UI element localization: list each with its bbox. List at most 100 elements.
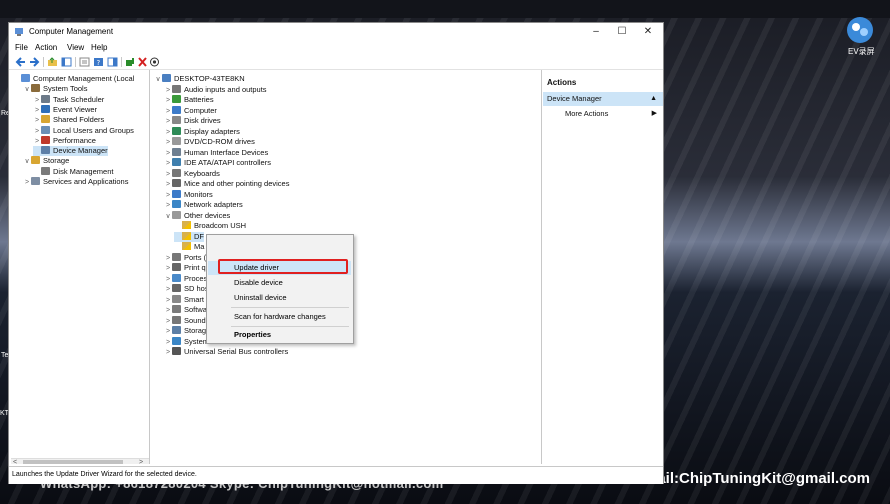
console-icon[interactable] <box>107 57 118 67</box>
ev-recorder-icon[interactable] <box>844 14 876 46</box>
tree-item-label: Batteries <box>184 95 214 104</box>
scan-hardware-menu-item[interactable]: Scan for hardware changes <box>208 310 351 324</box>
scroll-left-icon[interactable]: < <box>13 459 17 464</box>
toolbar-separator <box>75 57 76 67</box>
back-icon[interactable] <box>15 57 26 67</box>
collapsed-chevron-icon[interactable]: > <box>164 306 172 316</box>
minimize-button[interactable]: – <box>585 25 607 39</box>
tree-item[interactable]: Device Manager <box>33 146 108 157</box>
tree-item-label: Computer Management (Local <box>33 74 135 83</box>
collapsed-chevron-icon[interactable]: > <box>164 86 172 96</box>
menu-view[interactable]: View <box>67 43 84 52</box>
tree-item[interactable]: > Mice and other pointing devices <box>164 179 289 189</box>
title-bar[interactable]: Computer Management – ☐ ✕ <box>9 23 663 41</box>
tree-item[interactable]: > Proces <box>164 273 207 285</box>
expanded-chevron-icon[interactable]: ∨ <box>154 75 162 85</box>
tree-item[interactable]: ∨ DESKTOP-43TE8KN <box>154 74 245 84</box>
tree-item[interactable]: > Print q <box>164 263 206 273</box>
tree-item[interactable]: > Softwa <box>164 305 207 315</box>
enable-device-icon[interactable] <box>149 57 160 67</box>
scroll-right-icon[interactable]: > <box>139 459 143 464</box>
collapsed-chevron-icon[interactable]: > <box>164 159 172 169</box>
disable-device-menu-item[interactable]: Disable device <box>208 276 351 290</box>
collapsed-chevron-icon[interactable]: > <box>164 117 172 127</box>
expanded-chevron-icon[interactable]: ∨ <box>23 85 31 95</box>
tree-item[interactable]: > Services and Applications <box>23 177 128 187</box>
collapsed-chevron-icon[interactable]: > <box>164 264 172 274</box>
expanded-chevron-icon[interactable]: ∨ <box>164 212 172 222</box>
tree-item[interactable]: > Local Users and Groups <box>33 125 134 136</box>
collapsed-chevron-icon[interactable]: > <box>164 296 172 306</box>
tree-item[interactable]: DF <box>174 231 204 242</box>
collapsed-chevron-icon[interactable]: > <box>164 128 172 138</box>
tree-item[interactable]: Disk Management <box>33 166 113 177</box>
collapsed-chevron-icon[interactable]: > <box>164 107 172 117</box>
collapsed-chevron-icon[interactable]: > <box>164 317 172 327</box>
properties-menu-item[interactable]: Properties <box>208 328 351 342</box>
tree-item[interactable]: > DVD/CD-ROM drives <box>164 137 255 147</box>
uninstall-icon[interactable] <box>137 57 148 67</box>
tree-item[interactable]: > Display adapters <box>164 126 240 138</box>
battery-icon <box>172 95 181 103</box>
tree-item[interactable]: > Task Scheduler <box>33 94 104 105</box>
menu-help[interactable]: Help <box>91 43 107 52</box>
tree-item[interactable]: Computer Management (Local <box>13 74 134 84</box>
menu-file[interactable]: File <box>15 43 28 52</box>
uninstall-device-menu-item[interactable]: Uninstall device <box>208 291 351 305</box>
tree-item[interactable]: > Monitors <box>164 189 213 201</box>
tree-item[interactable]: > Batteries <box>164 95 214 105</box>
update-driver-icon[interactable] <box>125 57 136 67</box>
collapsed-chevron-icon[interactable]: > <box>164 254 172 264</box>
tree-item[interactable]: ∨ Storage <box>23 156 69 166</box>
tree-item[interactable]: > Disk drives <box>164 116 221 126</box>
forward-icon[interactable] <box>29 57 40 67</box>
collapsed-chevron-icon[interactable]: > <box>23 178 31 188</box>
tree-item[interactable]: > Ports ( <box>164 252 206 264</box>
warning-device-icon <box>182 231 191 240</box>
tree-item[interactable]: > Network adapters <box>164 200 243 210</box>
maximize-button[interactable]: ☐ <box>611 25 633 39</box>
collapsed-chevron-icon[interactable]: > <box>164 201 172 211</box>
collapsed-chevron-icon[interactable]: > <box>164 96 172 106</box>
collapsed-chevron-icon[interactable]: > <box>164 149 172 159</box>
tree-item[interactable]: > IDE ATA/ATAPI controllers <box>164 158 271 168</box>
menu-action[interactable]: Action <box>35 43 57 52</box>
tree-item[interactable]: > Universal Serial Bus controllers <box>164 347 288 357</box>
expanded-chevron-icon[interactable]: ∨ <box>23 157 31 167</box>
tree-item[interactable]: > SD hos <box>164 284 209 294</box>
tree-item[interactable]: ∨ System Tools <box>23 84 87 94</box>
close-button[interactable]: ✕ <box>637 25 659 39</box>
collapsed-chevron-icon[interactable]: > <box>164 180 172 190</box>
tree-item[interactable]: > Performance <box>33 135 96 146</box>
tree-item[interactable]: > Computer <box>164 105 217 117</box>
more-actions-item[interactable]: More Actions ▶ <box>543 108 663 120</box>
tree-item[interactable]: > Human Interface Devices <box>164 147 268 159</box>
tree-item[interactable]: > Keyboards <box>164 168 220 180</box>
help-icon[interactable]: ? <box>93 57 104 67</box>
up-folder-icon[interactable] <box>47 57 58 67</box>
show-hide-tree-icon[interactable] <box>61 57 72 67</box>
collapsed-chevron-icon[interactable]: > <box>164 327 172 337</box>
collapse-up-icon[interactable]: ▲ <box>650 92 657 106</box>
scrollbar-thumb[interactable] <box>23 460 123 464</box>
collapsed-chevron-icon[interactable]: > <box>164 170 172 180</box>
tree-item[interactable]: > Shared Folders <box>33 115 104 125</box>
tree-item[interactable]: > Event Viewer <box>33 104 97 115</box>
collapsed-chevron-icon[interactable]: > <box>164 338 172 348</box>
tree-item[interactable]: ∨ Other devices <box>164 210 230 222</box>
submenu-arrow-icon: ▶ <box>651 110 657 117</box>
tree-item[interactable]: > Smart <box>164 294 204 306</box>
collapsed-chevron-icon[interactable]: > <box>164 275 172 285</box>
collapsed-chevron-icon[interactable]: > <box>164 138 172 148</box>
tree-item[interactable]: > Audio inputs and outputs <box>164 84 267 96</box>
actions-device-manager[interactable]: Device Manager ▲ <box>543 92 663 106</box>
tree-item[interactable]: Broadcom USH <box>174 221 246 231</box>
horizontal-scrollbar[interactable]: < > <box>11 458 149 464</box>
tree-item-label: Mice and other pointing devices <box>184 179 290 188</box>
collapsed-chevron-icon[interactable]: > <box>164 285 172 295</box>
display-adapter-icon <box>172 126 181 135</box>
collapsed-chevron-icon[interactable]: > <box>164 348 172 358</box>
collapsed-chevron-icon[interactable]: > <box>164 191 172 201</box>
tree-item[interactable]: Ma <box>174 242 204 252</box>
properties-icon[interactable] <box>79 57 90 67</box>
